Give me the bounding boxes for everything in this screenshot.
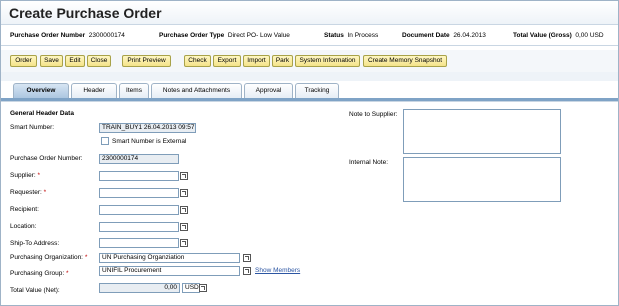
requester-value-help-icon[interactable] — [180, 189, 188, 197]
print-preview-button[interactable]: Print Preview — [122, 55, 171, 67]
doc-date-info-label: Document Date — [402, 32, 450, 39]
purchasing-org-label-text: Purchasing Organization: — [10, 254, 83, 261]
location-input[interactable] — [99, 222, 179, 232]
order-button[interactable]: Order — [10, 55, 37, 67]
page-title: Create Purchase Order — [9, 5, 162, 21]
recipient-input[interactable] — [99, 205, 179, 215]
requester-required-marker: * — [43, 189, 47, 196]
doc-date-info: Document Date 26.04.2013 — [402, 32, 486, 39]
note-to-supplier-label: Note to Supplier: — [349, 111, 398, 118]
total-gross-info: Total Value (Gross) 0,00 USD — [513, 32, 604, 39]
purchasing-group-value-help-icon[interactable] — [243, 267, 251, 275]
po-number-info-label: Purchase Order Number — [10, 32, 86, 39]
tab-overview[interactable]: Overview — [13, 83, 69, 99]
note-to-supplier-textarea[interactable] — [403, 109, 561, 154]
internal-note-textarea[interactable] — [403, 157, 561, 202]
title-bar: Create Purchase Order — [1, 1, 618, 25]
total-net-field: 0,00 — [99, 283, 180, 293]
park-button[interactable]: Park — [272, 55, 293, 67]
purchasing-group-input[interactable]: UNIFIL Procurement — [99, 266, 240, 276]
supplier-value-help-icon[interactable] — [180, 172, 188, 180]
purchasing-group-label-text: Purchasing Group: — [10, 270, 65, 277]
smart-number-external-label: Smart Number is External — [112, 138, 187, 145]
po-type-info: Purchase Order Type Direct PO- Low Value — [159, 32, 290, 39]
tab-header[interactable]: Header — [71, 83, 117, 98]
po-number-label: Purchase Order Number: — [10, 155, 83, 162]
create-memory-snapshot-button[interactable]: Create Memory Snapshot — [363, 55, 447, 67]
status-info: Status In Process — [324, 32, 378, 39]
purchasing-org-required-marker: * — [84, 254, 88, 261]
system-information-button[interactable]: System Information — [295, 55, 360, 67]
total-gross-info-label: Total Value (Gross) — [513, 32, 572, 39]
smart-number-field[interactable]: TRAIN_BUY1 26.04.2013 09:57 — [99, 123, 196, 133]
tab-items[interactable]: Items — [119, 83, 149, 98]
purchasing-org-value-help-icon[interactable] — [243, 254, 251, 262]
supplier-label: Supplier: * — [10, 172, 40, 179]
doc-date-info-value: 26.04.2013 — [453, 32, 486, 39]
supplier-input[interactable] — [99, 171, 179, 181]
location-value-help-icon[interactable] — [180, 223, 188, 231]
po-number-field: 2300000174 — [99, 154, 179, 164]
ship-to-label: Ship-To Address: — [10, 240, 60, 247]
recipient-value-help-icon[interactable] — [180, 206, 188, 214]
smart-number-label: Smart Number: — [10, 124, 55, 131]
total-gross-info-value: 0,00 USD — [575, 32, 604, 39]
recipient-label: Recipient: — [10, 206, 39, 213]
section-title: General Header Data — [10, 110, 74, 117]
purchasing-org-input[interactable]: UN Purchasing Organziation — [99, 253, 240, 263]
document-info-bar: Purchase Order Number 2300000174 Purchas… — [1, 26, 618, 46]
check-button[interactable]: Check — [184, 55, 211, 67]
requester-label-text: Requester: — [10, 189, 42, 196]
currency-input[interactable]: USD — [182, 283, 200, 293]
ship-to-input[interactable] — [99, 238, 179, 248]
supplier-required-marker: * — [37, 172, 40, 179]
internal-note-label: Internal Note: — [349, 159, 389, 166]
import-button[interactable]: Import — [243, 55, 270, 67]
show-members-link[interactable]: Show Members — [255, 267, 300, 274]
close-button[interactable]: Close — [87, 55, 111, 67]
purchasing-org-label: Purchasing Organization: * — [10, 254, 87, 261]
po-number-info: Purchase Order Number 2300000174 — [10, 32, 125, 39]
purchasing-group-label: Purchasing Group: * — [10, 270, 69, 277]
po-type-info-value: Direct PO- Low Value — [227, 32, 290, 39]
po-type-info-label: Purchase Order Type — [159, 32, 225, 39]
location-label: Location: — [10, 223, 37, 230]
smart-number-external-checkbox[interactable] — [101, 137, 109, 145]
ship-to-value-help-icon[interactable] — [180, 239, 188, 247]
tab-tracking[interactable]: Tracking — [295, 83, 339, 98]
currency-value-help-icon[interactable] — [199, 284, 207, 292]
tab-approval[interactable]: Approval — [244, 83, 293, 98]
tab-bar: Overview Header Items Notes and Attachme… — [1, 81, 618, 99]
edit-button[interactable]: Edit — [65, 55, 85, 67]
status-info-label: Status — [324, 32, 344, 39]
save-button[interactable]: Save — [40, 55, 63, 67]
export-button[interactable]: Export — [213, 55, 241, 67]
supplier-label-text: Supplier: — [10, 172, 36, 179]
purchasing-group-required-marker: * — [66, 270, 69, 277]
total-net-label: Total Value (Net): — [10, 287, 60, 294]
requester-label: Requester: * — [10, 189, 46, 196]
action-toolbar: Order Save Edit Close Print Preview Chec… — [1, 50, 618, 72]
po-number-info-value: 2300000174 — [88, 32, 125, 39]
status-info-value: In Process — [347, 32, 379, 39]
tab-notes-and-attachments[interactable]: Notes and Attachments — [151, 83, 242, 98]
requester-input[interactable] — [99, 188, 179, 198]
